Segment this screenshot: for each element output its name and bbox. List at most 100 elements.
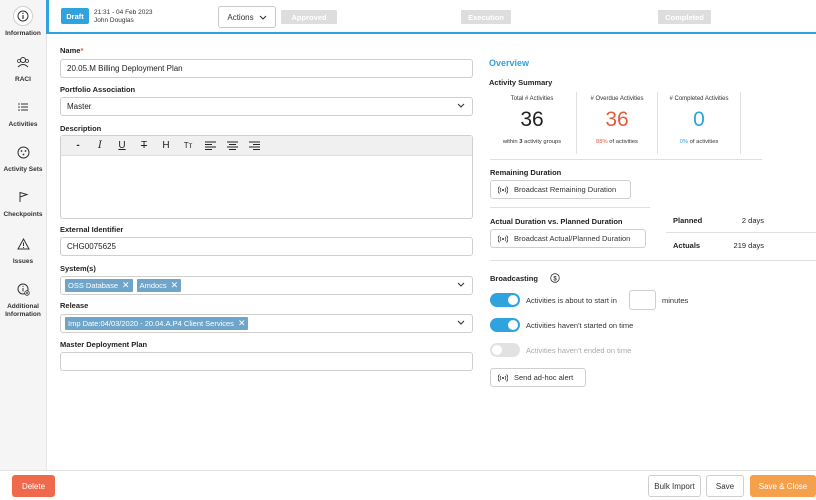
sidebar-item-label: Issues	[12, 258, 34, 265]
completed-activities-label: # Completed Activities	[669, 96, 729, 102]
broadcast-actual-button[interactable]: Broadcast Actual/Planned Duration	[490, 229, 646, 248]
text-size-button[interactable]: Tт	[177, 138, 199, 154]
actions-label: Actions	[227, 12, 254, 22]
remove-tag-icon[interactable]: ✕	[122, 280, 130, 291]
save-button[interactable]: Save	[706, 475, 744, 497]
total-activities-value: 36	[520, 108, 544, 131]
external-id-field[interactable]: CHG0075625	[60, 237, 473, 256]
divider	[490, 159, 762, 160]
chevron-down-icon	[259, 15, 266, 20]
total-activities-label: Total # Activities	[510, 96, 554, 102]
release-multiselect[interactable]: Imp Date:04/03/2020 - 20.04.A.P4 Client …	[60, 314, 473, 333]
info-icon[interactable]: $	[550, 273, 560, 283]
name-label: Name*	[60, 46, 84, 55]
additional-info-icon	[13, 279, 33, 299]
info-icon	[13, 6, 33, 26]
toggle-not-started-label: Activities haven't started on time	[526, 321, 634, 330]
flag-icon	[13, 187, 33, 207]
strikethrough-button[interactable]: T	[133, 138, 155, 154]
bulk-import-button[interactable]: Bulk Import	[648, 475, 701, 497]
italic-button[interactable]: I	[89, 138, 111, 154]
broadcast-icon	[498, 185, 508, 194]
sidebar-item-label: Checkpoints	[3, 211, 43, 218]
save-close-button[interactable]: Save & Close	[750, 475, 816, 497]
remove-tag-icon[interactable]: ✕	[238, 318, 246, 329]
sidebar-item-label: Activity Sets	[3, 166, 43, 173]
completed-activities-sub: 0% of activities	[679, 139, 719, 145]
sidebar-item-label: RACI	[15, 76, 31, 83]
toggle-not-started[interactable]	[490, 318, 520, 332]
list-icon	[13, 97, 33, 117]
sidebar-item-label: Activities	[8, 121, 38, 128]
heading-button[interactable]: H	[155, 138, 177, 154]
align-left-icon[interactable]	[199, 138, 221, 154]
status-badge: Draft	[61, 8, 89, 24]
planned-value: 2 days	[741, 216, 764, 225]
stage-approved: Approved	[281, 10, 337, 24]
master-plan-field[interactable]	[60, 352, 473, 371]
completed-activities-card: # Completed Activities 0 0% of activitie…	[657, 92, 741, 158]
overdue-activities-value: 36	[605, 108, 629, 131]
divider	[666, 232, 816, 233]
toggle-about-to-start[interactable]	[490, 293, 520, 307]
delete-button[interactable]: Delete	[12, 475, 55, 497]
sidebar-item-additional-information[interactable]: Additional Information	[0, 279, 46, 319]
broadcast-remaining-button[interactable]: Broadcast Remaining Duration	[490, 180, 631, 199]
sidebar-item-raci[interactable]: RACI	[0, 52, 46, 84]
overdue-activities-card: # Overdue Activities 36 88% of activitie…	[575, 92, 659, 158]
sidebar-item-activities[interactable]: Activities	[0, 97, 46, 129]
toggle-not-ended[interactable]	[490, 343, 520, 357]
people-icon	[13, 52, 33, 72]
header-datetime: 21:31 - 04 Feb 2023	[94, 9, 153, 16]
toggle-about-to-start-label: Activities is about to start in	[526, 296, 617, 305]
align-center-icon[interactable]	[221, 138, 243, 154]
broadcasting-title: Broadcasting	[490, 274, 538, 283]
release-label: Release	[60, 301, 89, 310]
total-activities-card: Total # Activities 36 within 3 activity …	[490, 92, 574, 158]
actuals-value: 219 days	[733, 241, 764, 250]
systems-multiselect[interactable]: OSS Database ✕ Amdocs ✕	[60, 276, 473, 295]
sidebar-item-activity-sets[interactable]: Activity Sets	[0, 142, 46, 174]
portfolio-select[interactable]: Master	[60, 97, 473, 116]
actuals-label: Actuals	[673, 241, 701, 250]
toggle-knob	[492, 345, 502, 355]
systems-label: System(s)	[60, 264, 96, 273]
footer: Delete Bulk Import Save Save & Close	[0, 470, 816, 500]
toggle-knob	[508, 295, 518, 305]
divider	[490, 207, 650, 208]
sidebar-item-information[interactable]: Information	[0, 6, 46, 38]
overdue-activities-label: # Overdue Activities	[590, 96, 644, 102]
name-field[interactable]: 20.05.M Billing Deployment Plan	[60, 59, 473, 78]
header: Draft 21:31 - 04 Feb 2023 John Douglas A…	[49, 0, 816, 34]
align-right-icon[interactable]	[243, 138, 265, 154]
activity-summary-title: Activity Summary	[489, 78, 553, 87]
remaining-duration-title: Remaining Duration	[490, 168, 562, 177]
planned-label: Planned	[673, 216, 703, 225]
underline-button[interactable]: U	[111, 138, 133, 154]
minutes-input[interactable]	[629, 290, 656, 310]
sidebar-item-issues[interactable]: Issues	[0, 234, 46, 266]
warning-icon	[13, 234, 33, 254]
divider	[740, 92, 741, 154]
system-tag: Amdocs ✕	[136, 279, 182, 292]
sidebar: Information RACI Activities Activity Set…	[0, 0, 47, 470]
master-plan-label: Master Deployment Plan	[60, 340, 148, 349]
system-tag: OSS Database ✕	[65, 279, 133, 292]
overdue-activities-sub: 88% of activities	[596, 139, 638, 145]
chevron-down-icon	[457, 103, 465, 108]
broadcast-icon	[498, 373, 508, 382]
toggle-not-ended-label: Activities haven't ended on time	[526, 346, 632, 355]
chevron-down-icon	[457, 320, 465, 325]
broadcast-icon	[498, 234, 508, 243]
sidebar-item-checkpoints[interactable]: Checkpoints	[0, 187, 46, 219]
description-editor[interactable]: - I U T H Tт	[60, 135, 473, 219]
activity-sets-icon	[13, 142, 33, 162]
strikethrough-minus-button[interactable]: -	[67, 138, 89, 154]
header-user: John Douglas	[94, 17, 134, 24]
sidebar-item-label: Information	[5, 30, 41, 37]
editor-toolbar: - I U T H Tт	[61, 136, 472, 156]
toggle-knob	[508, 320, 518, 330]
actions-dropdown[interactable]: Actions	[218, 6, 276, 28]
send-alert-button[interactable]: Send ad-hoc alert	[490, 368, 586, 387]
remove-tag-icon[interactable]: ✕	[171, 280, 179, 291]
